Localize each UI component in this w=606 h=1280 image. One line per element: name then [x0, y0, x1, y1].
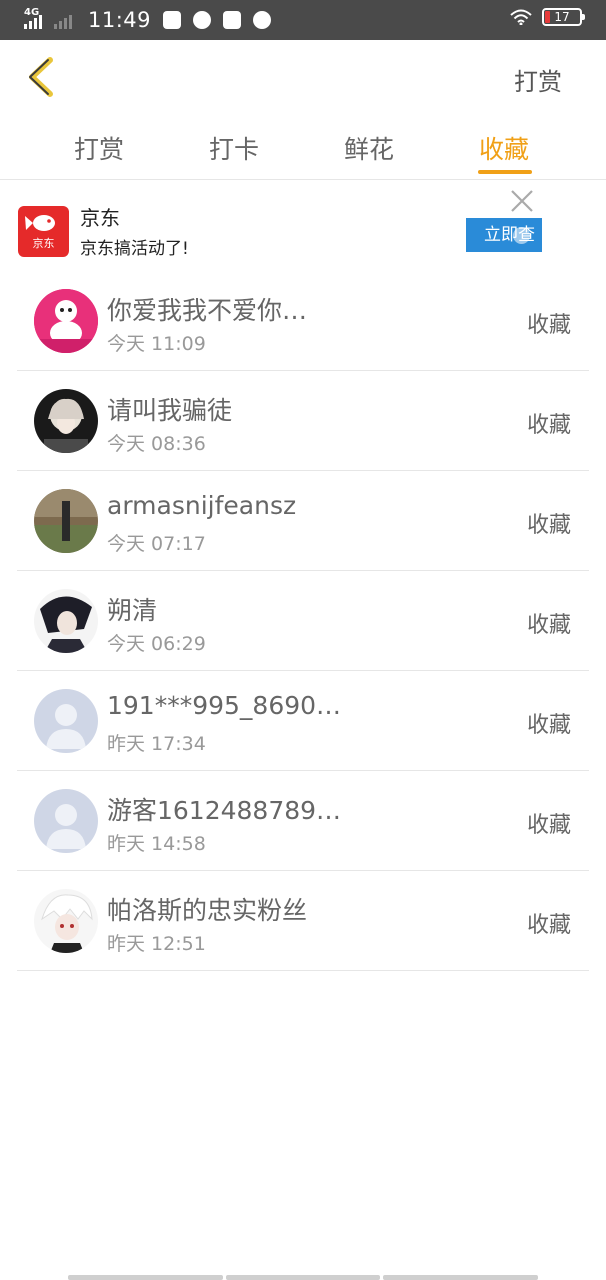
- user-avatar[interactable]: [34, 489, 98, 553]
- user-avatar[interactable]: [34, 289, 98, 353]
- fan-app-icon: [223, 11, 242, 29]
- ad-title: 京东: [80, 206, 120, 230]
- item-status: 收藏: [526, 313, 571, 338]
- user-avatar[interactable]: [34, 389, 98, 453]
- battery-icon: 17: [542, 8, 585, 26]
- user-avatar[interactable]: [34, 589, 98, 653]
- ad-subtitle: 京东搞活动了!: [80, 239, 189, 259]
- item-time: 今天 06:29: [107, 633, 206, 655]
- item-status: 收藏: [526, 913, 571, 938]
- user-name: 你爱我我不爱你…: [107, 296, 308, 325]
- reward-header-button[interactable]: 打赏: [514, 62, 562, 97]
- list-item[interactable]: armasnijfeansz 今天 07:17 收藏: [17, 471, 589, 571]
- tab-favorites[interactable]: 收藏: [479, 130, 529, 166]
- default-avatar-icon[interactable]: [34, 689, 98, 753]
- item-status: 收藏: [526, 813, 571, 838]
- user-avatar[interactable]: [34, 889, 98, 953]
- back-chevron-icon[interactable]: [22, 54, 58, 100]
- list-item[interactable]: 游客1612488789… 昨天 14:58 收藏: [17, 771, 589, 871]
- ad-close-icon[interactable]: [509, 188, 535, 214]
- item-time: 今天 08:36: [107, 433, 206, 455]
- cellular-signal-2-icon: [54, 9, 78, 31]
- item-time: 昨天 14:58: [107, 833, 206, 855]
- user-name: 191***995_8690…: [107, 691, 342, 720]
- tab-reward[interactable]: 打赏: [74, 130, 124, 166]
- status-bar: 4G 11:49 17: [0, 0, 606, 40]
- wechat-icon: [193, 11, 212, 29]
- nav-indicator-segment: [225, 1275, 381, 1280]
- item-status: 收藏: [526, 513, 571, 538]
- list-item[interactable]: 帕洛斯的忠实粉丝 昨天 12:51 收藏: [17, 871, 589, 971]
- ad-view-now-button[interactable]: 立即查: [466, 218, 542, 252]
- jd-logo-icon: 京东: [18, 206, 69, 257]
- item-time: 昨天 12:51: [107, 933, 206, 955]
- nav-indicator-segment: [383, 1275, 539, 1280]
- active-tab-indicator: [478, 170, 532, 174]
- item-time: 今天 07:17: [107, 533, 206, 555]
- item-time: 今天 11:09: [107, 333, 206, 355]
- item-status: 收藏: [526, 713, 571, 738]
- tab-flowers[interactable]: 鲜花: [344, 130, 394, 166]
- tab-checkin[interactable]: 打卡: [209, 130, 259, 166]
- jd-logo-text: 京东: [32, 237, 55, 250]
- status-time: 11:49: [88, 8, 152, 32]
- default-avatar-icon[interactable]: [34, 789, 98, 853]
- list-item[interactable]: 你爱我我不爱你… 今天 11:09 收藏: [17, 271, 589, 371]
- nav-indicator-segment: [68, 1275, 223, 1280]
- user-name: 游客1612488789…: [107, 796, 342, 825]
- list-item[interactable]: 请叫我骗徒 今天 08:36 收藏: [17, 371, 589, 471]
- user-name: 朔清: [107, 596, 158, 625]
- user-name: 请叫我骗徒: [107, 396, 233, 425]
- user-name: 帕洛斯的忠实粉丝: [107, 896, 308, 925]
- list-item[interactable]: 朔清 今天 06:29 收藏: [17, 571, 589, 671]
- list-item[interactable]: 191***995_8690… 昨天 17:34 收藏: [17, 671, 589, 771]
- planet-app-icon: [253, 11, 272, 29]
- item-status: 收藏: [526, 613, 571, 638]
- navigation-indicator: [68, 1275, 539, 1280]
- header: 打赏: [0, 40, 606, 114]
- item-time: 昨天 17:34: [107, 733, 206, 755]
- touch-dot-icon: [513, 227, 530, 244]
- item-status: 收藏: [526, 413, 571, 438]
- favorites-list: 你爱我我不爱你… 今天 11:09 收藏 请叫我骗徒 今天 08:36 收藏 a…: [17, 271, 589, 971]
- wifi-icon: [510, 9, 532, 25]
- user-name: armasnijfeansz: [107, 491, 297, 520]
- battery-level: 17: [554, 10, 570, 24]
- tab-bar: 打赏 打卡 鲜花 收藏: [0, 114, 606, 180]
- mail-icon: [163, 11, 182, 29]
- cellular-signal-icon: 4G: [24, 7, 48, 31]
